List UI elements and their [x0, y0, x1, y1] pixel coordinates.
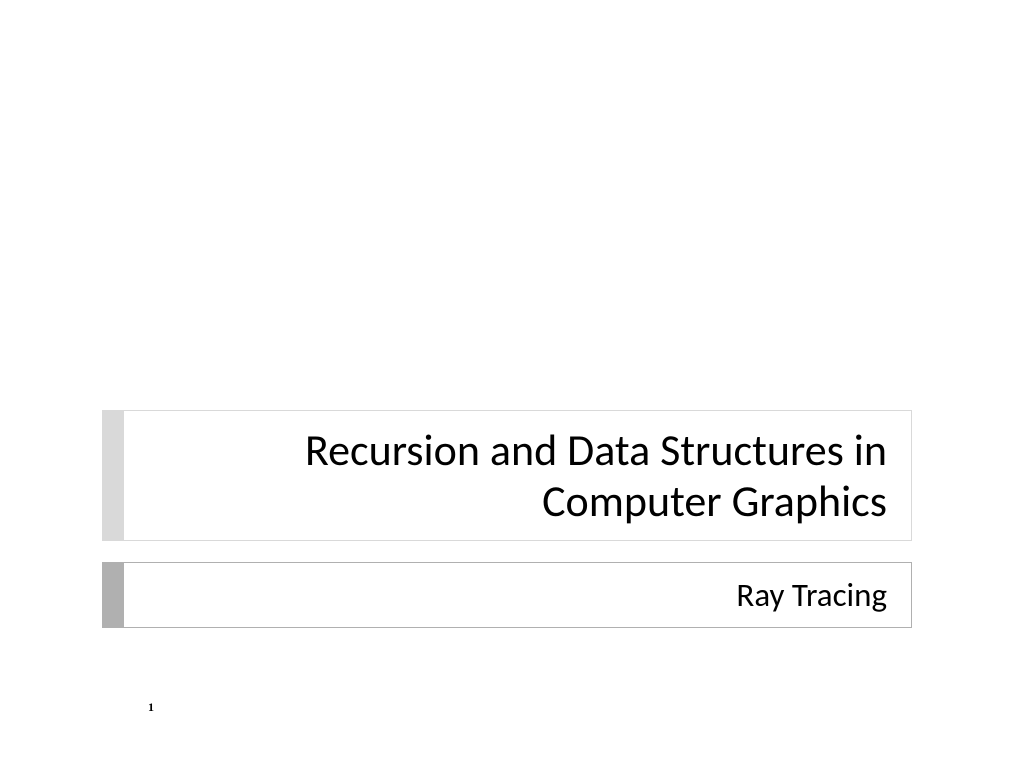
slide-title: Recursion and Data Structures in Compute… [124, 425, 887, 526]
title-box: Recursion and Data Structures in Compute… [124, 410, 912, 541]
subtitle-box: Ray Tracing [124, 562, 912, 628]
slide-subtitle-container: Ray Tracing [102, 562, 912, 628]
title-accent-bar [102, 410, 124, 541]
subtitle-accent-bar [102, 562, 124, 628]
page-number: 1 [148, 700, 154, 715]
slide-subtitle: Ray Tracing [124, 575, 887, 615]
slide-title-container: Recursion and Data Structures in Compute… [102, 410, 912, 541]
